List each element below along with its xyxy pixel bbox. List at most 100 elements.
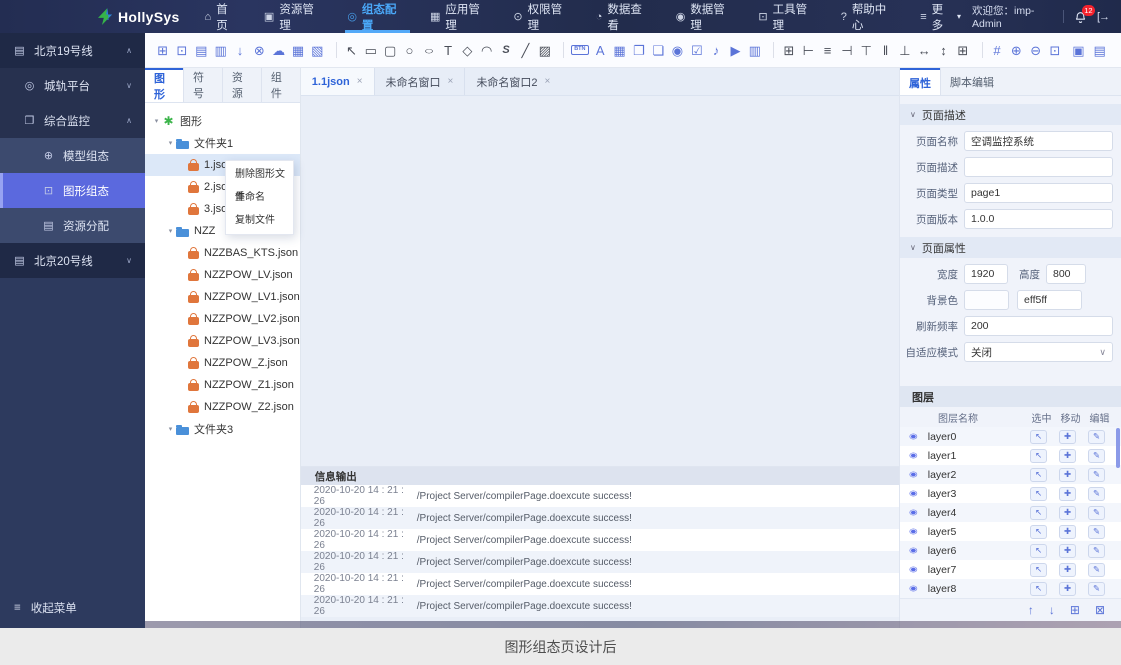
layer-move-button[interactable]: ✚ bbox=[1059, 563, 1076, 577]
audio-widget-icon[interactable]: ♪ bbox=[708, 41, 723, 60]
ellipse-icon[interactable]: ○ bbox=[421, 41, 436, 60]
align-top-icon[interactable]: ⊤ bbox=[859, 41, 874, 60]
tree-node-nzzpow-z1[interactable]: NZZPOW_Z1.json bbox=[145, 374, 300, 396]
tree-node-nzzpow-lv[interactable]: NZZPOW_LV.json bbox=[145, 264, 300, 286]
table-widget-icon[interactable]: ▦ bbox=[612, 41, 627, 60]
visibility-eye-icon[interactable]: ◉ bbox=[909, 527, 918, 535]
tab-graphics[interactable]: 图形 bbox=[145, 68, 183, 102]
tab-symbols[interactable]: 符号 bbox=[183, 68, 222, 102]
close-icon[interactable]: × bbox=[448, 76, 454, 87]
layer-move-button[interactable]: ✚ bbox=[1059, 582, 1076, 596]
nav-item-permission[interactable]: ⊙ 权限管理 bbox=[502, 0, 584, 33]
visibility-eye-icon[interactable]: ◉ bbox=[909, 451, 918, 459]
tab-properties[interactable]: 属性 bbox=[900, 68, 940, 95]
layer-move-button[interactable]: ✚ bbox=[1059, 449, 1076, 463]
tree-expand-icon[interactable]: ▾ bbox=[165, 425, 176, 433]
layer-select-button[interactable]: ↖ bbox=[1030, 506, 1047, 520]
page-desc-input[interactable] bbox=[964, 157, 1113, 177]
line-icon[interactable]: ╱ bbox=[518, 41, 533, 60]
layer-row[interactable]: ◉ layer8 ↖ ✚ ✎ bbox=[900, 579, 1121, 598]
tab-components[interactable]: 组件 bbox=[261, 68, 300, 102]
layer-row[interactable]: ◉ layer7 ↖ ✚ ✎ bbox=[900, 560, 1121, 579]
collapse-menu-button[interactable]: ≡ 收起菜单 bbox=[14, 600, 77, 616]
context-menu-delete-graphic-file[interactable]: 删除图形文件 bbox=[226, 163, 293, 186]
layer-edit-button[interactable]: ✎ bbox=[1088, 468, 1105, 482]
layer-row[interactable]: ◉ layer1 ↖ ✚ ✎ bbox=[900, 446, 1121, 465]
layer-edit-button[interactable]: ✎ bbox=[1088, 525, 1105, 539]
layer-edit-button[interactable]: ✎ bbox=[1088, 563, 1105, 577]
database-icon[interactable]: ▧ bbox=[310, 41, 325, 60]
layer-select-button[interactable]: ↖ bbox=[1030, 544, 1047, 558]
layer-select-button[interactable]: ↖ bbox=[1030, 582, 1047, 596]
visibility-eye-icon[interactable]: ◉ bbox=[909, 489, 918, 497]
layer-select-button[interactable]: ↖ bbox=[1030, 468, 1047, 482]
refresh-rate-input[interactable] bbox=[964, 316, 1113, 336]
zoom-out-icon[interactable]: ⊖ bbox=[1028, 41, 1043, 60]
layer-select-button[interactable]: ↖ bbox=[1030, 430, 1047, 444]
layer-move-button[interactable]: ✚ bbox=[1059, 544, 1076, 558]
layer-select-button[interactable]: ↖ bbox=[1030, 525, 1047, 539]
select-cursor-icon[interactable]: ↖ bbox=[344, 41, 359, 60]
tree-node-graphics-root[interactable]: ▾ ✱ 图形 bbox=[145, 110, 300, 132]
image-icon[interactable]: ▨ bbox=[537, 41, 552, 60]
nav-item-home[interactable]: ⌂ 首页 bbox=[194, 0, 253, 33]
cloud-upload-icon[interactable]: ☁ bbox=[271, 41, 286, 60]
tree-node-folder3[interactable]: ▾ 文件夹3 bbox=[145, 418, 300, 440]
component-blocks-icon[interactable]: ▦ bbox=[290, 41, 305, 60]
tree-expand-icon[interactable]: ▾ bbox=[165, 227, 176, 235]
layer-row[interactable]: ◉ layer2 ↖ ✚ ✎ bbox=[900, 465, 1121, 484]
page-version-input[interactable] bbox=[964, 209, 1113, 229]
save-all-icon[interactable]: ▤ bbox=[1092, 41, 1107, 60]
sidebar-item-line19[interactable]: ▤ 北京19号线 ∧ bbox=[0, 33, 145, 68]
context-menu-rename[interactable]: 重命名 bbox=[226, 186, 293, 209]
doc-tab-unnamed-window2[interactable]: 未命名窗口2 × bbox=[464, 68, 561, 95]
radio-widget-icon[interactable]: ◉ bbox=[670, 41, 685, 60]
layer-edit-button[interactable]: ✎ bbox=[1088, 430, 1105, 444]
text-icon[interactable]: T bbox=[440, 41, 455, 60]
context-menu-copy-file[interactable]: 复制文件 bbox=[226, 209, 293, 232]
align-bottom-icon[interactable]: ⊥ bbox=[897, 41, 912, 60]
layer-edit-button[interactable]: ✎ bbox=[1088, 582, 1105, 596]
layer-row[interactable]: ◉ layer4 ↖ ✚ ✎ bbox=[900, 503, 1121, 522]
group-icon[interactable]: ⊞ bbox=[781, 41, 796, 60]
nav-item-data-view[interactable]: ◔ 数据查看 bbox=[585, 0, 665, 33]
tab-widget-icon[interactable]: ❐ bbox=[631, 41, 646, 60]
sidebar-item-line20[interactable]: ▤ 北京20号线 ∨ bbox=[0, 243, 145, 278]
layers-widget-icon[interactable]: ❏ bbox=[650, 41, 665, 60]
new-folder-icon[interactable]: ⊞ bbox=[155, 41, 170, 60]
visibility-eye-icon[interactable]: ◉ bbox=[909, 546, 918, 554]
layer-select-button[interactable]: ↖ bbox=[1030, 449, 1047, 463]
nav-item-tool-manage[interactable]: ⊡ 工具管理 bbox=[747, 0, 829, 33]
sidebar-item-graphic-config[interactable]: ⊡ 图形组态 bbox=[0, 173, 145, 208]
tree-node-folder1[interactable]: ▾ 文件夹1 bbox=[145, 132, 300, 154]
rectangle-icon[interactable]: ▭ bbox=[363, 41, 378, 60]
align-right-icon[interactable]: ⊣ bbox=[839, 41, 854, 60]
doc-tab-unnamed-window[interactable]: 未命名窗口 × bbox=[374, 68, 465, 95]
grid-icon[interactable]: # bbox=[989, 41, 1004, 60]
fit-screen-icon[interactable]: ⊡ bbox=[1047, 41, 1062, 60]
file-config-icon[interactable]: ▥ bbox=[213, 41, 228, 60]
design-canvas[interactable] bbox=[301, 96, 899, 466]
close-icon[interactable]: × bbox=[357, 76, 363, 87]
visibility-eye-icon[interactable]: ◉ bbox=[909, 508, 918, 516]
tree-node-nzzpow-z2[interactable]: NZZPOW_Z2.json bbox=[145, 396, 300, 418]
curve-icon[interactable]: S bbox=[498, 41, 513, 60]
visibility-eye-icon[interactable]: ◉ bbox=[909, 565, 918, 573]
sidebar-item-resource-assign[interactable]: ▤ 资源分配 bbox=[0, 208, 145, 243]
tree-node-nzzpow-lv1[interactable]: NZZPOW_LV1.json bbox=[145, 286, 300, 308]
layer-row[interactable]: ◉ layer3 ↖ ✚ ✎ bbox=[900, 484, 1121, 503]
checkbox-widget-icon[interactable]: ☑ bbox=[689, 41, 704, 60]
nav-item-app-manage[interactable]: ▦ 应用管理 bbox=[419, 0, 502, 33]
sidebar-item-integrated-monitor[interactable]: ❐ 综合监控 ∧ bbox=[0, 103, 145, 138]
notification-bell-icon[interactable]: 12 bbox=[1074, 10, 1087, 24]
layer-move-button[interactable]: ✚ bbox=[1059, 468, 1076, 482]
same-size-icon[interactable]: ⊞ bbox=[955, 41, 970, 60]
nav-item-more[interactable]: ≡ 更多 ▾ bbox=[909, 0, 972, 33]
layer-select-button[interactable]: ↖ bbox=[1030, 487, 1047, 501]
page-name-input[interactable] bbox=[964, 131, 1113, 151]
visibility-eye-icon[interactable]: ◉ bbox=[909, 432, 918, 440]
circle-icon[interactable]: ○ bbox=[402, 41, 417, 60]
distribute-vertical-icon[interactable]: ↕ bbox=[936, 41, 951, 60]
layer-row[interactable]: ◉ layer0 ↖ ✚ ✎ bbox=[900, 427, 1121, 446]
layer-move-button[interactable]: ✚ bbox=[1059, 506, 1076, 520]
